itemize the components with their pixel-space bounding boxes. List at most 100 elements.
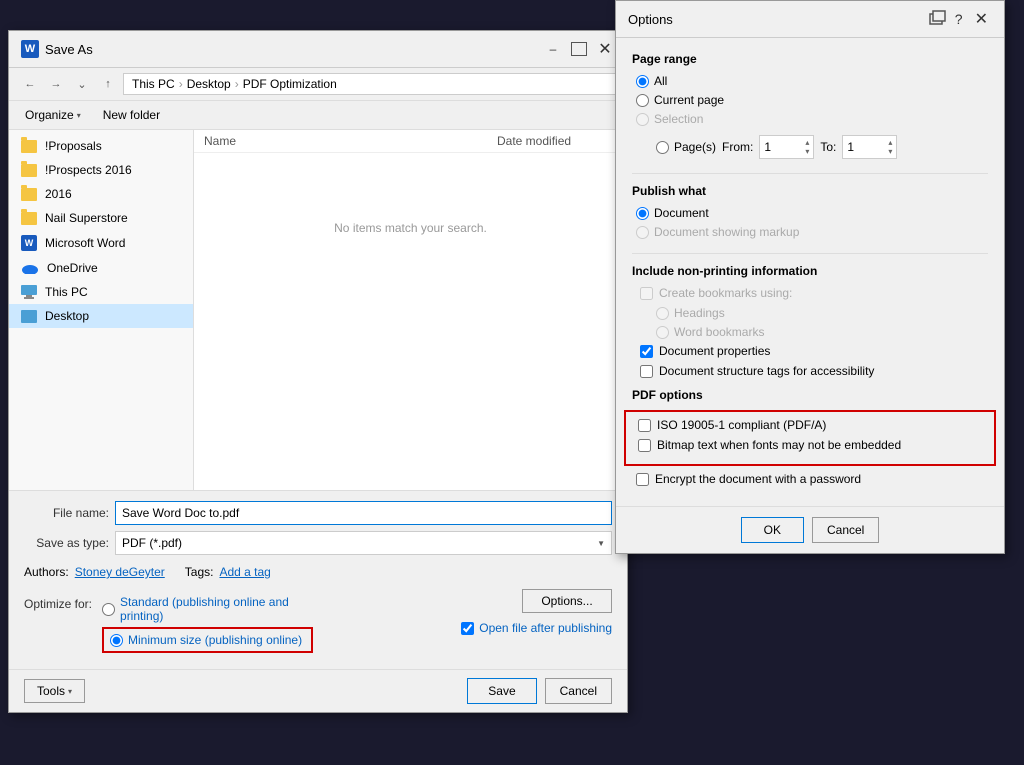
document-markup-option[interactable]: Document showing markup (636, 225, 988, 239)
column-date: Date modified (497, 134, 617, 148)
current-page-option[interactable]: Current page (636, 93, 988, 107)
bitmap-text-checkbox[interactable] (638, 439, 651, 452)
folder-icon (21, 188, 37, 201)
savetype-select[interactable]: PDF (*.pdf) ▼ (115, 531, 612, 555)
pages-radio[interactable] (656, 141, 669, 154)
organize-button[interactable]: Organize ▾ (19, 105, 87, 125)
sidebar: !Proposals !Prospects 2016 2016 Nail Sup… (9, 130, 194, 490)
encrypt-row[interactable]: Encrypt the document with a password (632, 466, 988, 486)
help-button[interactable]: ? (951, 11, 967, 27)
author-value[interactable]: Stoney deGeyter (75, 565, 165, 579)
file-list[interactable]: Name Date modified No items match your s… (194, 130, 627, 490)
create-bookmarks-checkbox (640, 287, 653, 300)
forward-button[interactable]: → (45, 73, 67, 95)
tools-label: Tools (37, 684, 65, 698)
sidebar-item-onedrive[interactable]: OneDrive (9, 256, 193, 280)
document-radio[interactable] (636, 207, 649, 220)
filename-row: File name: (24, 501, 612, 525)
doc-structure-row[interactable]: Document structure tags for accessibilit… (636, 364, 988, 378)
pdf-options-section: PDF options ISO 19005-1 compliant (PDF/A… (632, 388, 988, 486)
filename-input[interactable] (115, 501, 612, 525)
sidebar-item-label: 2016 (45, 187, 72, 201)
word-icon-small: W (21, 235, 37, 251)
options-cancel-button[interactable]: Cancel (812, 517, 879, 543)
cancel-button[interactable]: Cancel (545, 678, 612, 704)
sidebar-item-label: Microsoft Word (45, 236, 125, 250)
all-radio[interactable] (636, 75, 649, 88)
save-as-titlebar: W Save As – ✕ (9, 31, 627, 68)
current-page-label: Current page (654, 93, 724, 107)
ok-button[interactable]: OK (741, 517, 804, 543)
encrypt-checkbox[interactable] (636, 473, 649, 486)
sidebar-item-proposals[interactable]: !Proposals (9, 134, 193, 158)
sidebar-item-this-pc[interactable]: This PC (9, 280, 193, 304)
all-radio-option[interactable]: All (636, 74, 988, 88)
pages-option[interactable]: Page(s) (656, 140, 716, 154)
standard-option[interactable]: Standard (publishing online and printing… (102, 595, 313, 623)
path-segment-2: Desktop (187, 77, 231, 91)
options-dialog: Options ? ✕ Page range All Current page (615, 0, 1005, 554)
back-button[interactable]: ← (19, 73, 41, 95)
new-folder-button[interactable]: New folder (97, 105, 166, 125)
options-titlebar: Options ? ✕ (616, 1, 1004, 38)
minimum-size-option[interactable]: Minimum size (publishing online) (102, 627, 313, 653)
maximize-button[interactable] (569, 39, 589, 59)
minimum-label: Minimum size (publishing online) (128, 633, 302, 647)
column-name: Name (204, 134, 497, 148)
sidebar-item-microsoft-word[interactable]: W Microsoft Word (9, 230, 193, 256)
open-file-option[interactable]: Open file after publishing (461, 621, 612, 635)
open-file-label: Open file after publishing (479, 621, 612, 635)
selection-option[interactable]: Selection (636, 112, 988, 126)
doc-properties-row[interactable]: Document properties (636, 344, 988, 358)
from-spinner[interactable]: 1 ▴ ▾ (759, 135, 814, 159)
to-spinner[interactable]: 1 ▴ ▾ (842, 135, 897, 159)
address-bar: ← → ⌄ ↑ This PC › Desktop › PDF Optimiza… (9, 68, 627, 101)
open-file-checkbox[interactable] (461, 622, 474, 635)
all-label: All (654, 74, 667, 88)
options-close-button[interactable]: ✕ (971, 9, 992, 29)
save-button[interactable]: Save (467, 678, 536, 704)
document-option[interactable]: Document (636, 206, 988, 220)
path-segment-1: This PC (132, 77, 175, 91)
iso-compliant-checkbox[interactable] (638, 419, 651, 432)
optimize-options: Standard (publishing online and printing… (102, 595, 313, 653)
bitmap-text-row[interactable]: Bitmap text when fonts may not be embedd… (634, 438, 986, 452)
non-printing-group: Create bookmarks using: Headings Word bo… (632, 286, 988, 378)
bitmap-text-label: Bitmap text when fonts may not be embedd… (657, 438, 901, 452)
recent-button[interactable]: ⌄ (71, 73, 93, 95)
options-button[interactable]: Options... (522, 589, 612, 613)
sidebar-item-2016[interactable]: 2016 (9, 182, 193, 206)
tags-input[interactable]: Add a tag (219, 565, 270, 579)
sidebar-item-desktop[interactable]: Desktop (9, 304, 193, 328)
iso-compliant-row[interactable]: ISO 19005-1 compliant (PDF/A) (634, 418, 986, 432)
sidebar-item-nail-superstore[interactable]: Nail Superstore (9, 206, 193, 230)
from-value: 1 (764, 140, 771, 154)
standard-label: Standard (publishing online and printing… (120, 595, 313, 623)
file-list-header: Name Date modified (194, 130, 627, 153)
doc-properties-checkbox[interactable] (640, 345, 653, 358)
folder-icon (21, 212, 37, 225)
from-spinner-arrows[interactable]: ▴ ▾ (805, 138, 809, 156)
down-arrow: ▾ (805, 147, 809, 156)
close-button[interactable]: ✕ (595, 39, 615, 59)
minimum-radio[interactable] (110, 634, 123, 647)
options-content: Page range All Current page Selection Pa… (616, 38, 1004, 506)
tools-button[interactable]: Tools ▾ (24, 679, 85, 703)
publish-what-group: Document Document showing markup (632, 206, 988, 239)
sidebar-item-prospects[interactable]: !Prospects 2016 (9, 158, 193, 182)
pages-label: Page(s) (674, 140, 716, 154)
doc-properties-label: Document properties (659, 344, 770, 358)
minimize-button[interactable]: – (543, 39, 563, 59)
standard-radio[interactable] (102, 603, 115, 616)
doc-structure-checkbox[interactable] (640, 365, 653, 378)
up-arrow: ▴ (805, 138, 809, 147)
current-page-radio[interactable] (636, 94, 649, 107)
folder-icon (21, 164, 37, 177)
tools-chevron: ▾ (68, 687, 72, 696)
word-icon: W (21, 40, 39, 58)
optimize-label: Optimize for: (24, 595, 92, 611)
up-button[interactable]: ↑ (97, 73, 119, 95)
path-segment-3: PDF Optimization (243, 77, 337, 91)
address-path[interactable]: This PC › Desktop › PDF Optimization (123, 73, 617, 95)
to-spinner-arrows[interactable]: ▴ ▾ (888, 138, 892, 156)
